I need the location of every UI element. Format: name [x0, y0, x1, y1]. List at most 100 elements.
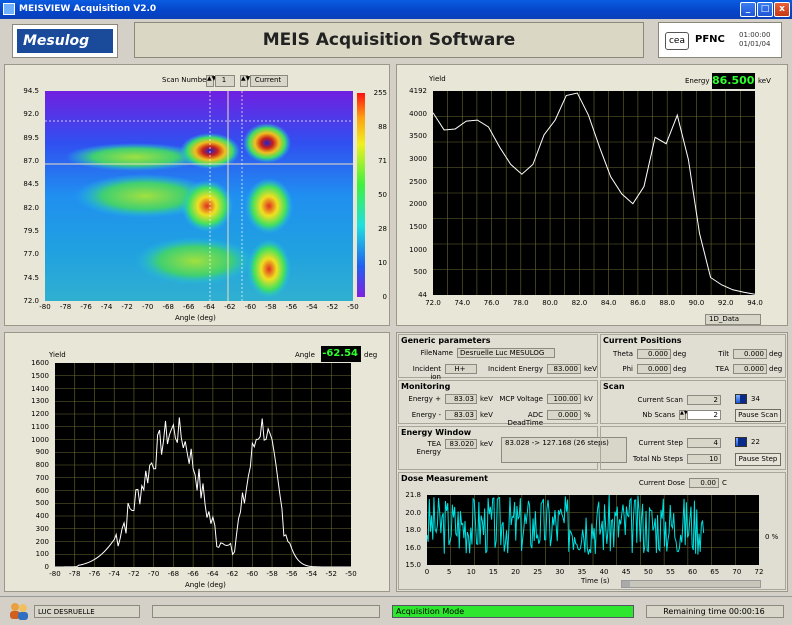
monitoring-title: Monitoring	[401, 382, 451, 391]
mcp-voltage-field: 100.00	[547, 394, 581, 404]
map-x-tick: -50	[347, 303, 359, 311]
tea-label: TEA	[715, 365, 730, 373]
mcp-voltage-label: MCP Voltage	[499, 395, 543, 403]
pause-scan-button[interactable]: Pause Scan	[735, 409, 781, 422]
step-progress-value: 22	[751, 438, 760, 446]
dose-series	[427, 495, 705, 555]
scan-number-spinner[interactable]: ▲▼	[206, 75, 216, 87]
map-x-tick: -66	[183, 303, 195, 311]
clock-date: 01/01/04	[739, 40, 771, 48]
dose-x-tick: 55	[665, 568, 675, 576]
map-panel: Scan Number ▲▼ 1 ▲▼ Current 94.5 92.0 89.5…	[4, 64, 390, 326]
map-x-tick: -64	[203, 303, 215, 311]
current-dose-unit: C	[722, 479, 727, 487]
theta-unit: deg	[673, 350, 687, 358]
window-title-bar[interactable]: MEISVIEW Acquisition V2.0 _ □ x	[0, 0, 792, 19]
data-selector[interactable]: 1D_Data	[705, 314, 761, 325]
dose-scroll-thumb[interactable]	[622, 581, 630, 587]
yield-energy-x-tick: 92.0	[717, 299, 734, 307]
yield-angle-x-tick: -80	[49, 570, 61, 578]
current-positions-title: Current Positions	[603, 336, 682, 345]
close-button[interactable]: x	[774, 2, 790, 17]
scan-number-input[interactable]: 1	[215, 75, 235, 87]
dose-x-tick: 45	[621, 568, 631, 576]
scan-mode-select[interactable]: Current	[250, 75, 288, 87]
header-title-panel: MEIS Acquisition Software	[134, 22, 644, 58]
yield-energy-y-tick: 2000	[409, 200, 427, 209]
status-bar: LUC DESRUELLE Acquisition Mode Remaining…	[0, 596, 792, 625]
yield-angle-y-tick: 100	[35, 550, 49, 559]
clock-time: 01:00:00	[739, 31, 771, 39]
filename-label: FileName	[420, 349, 453, 357]
yield-energy-x-tick: 84.0	[600, 299, 617, 307]
energy-minus-label: Energy -	[411, 411, 441, 419]
dose-x-tick: 25	[533, 568, 543, 576]
yield-angle-x-tick: -58	[266, 570, 278, 578]
yield-energy-plot[interactable]	[433, 91, 755, 295]
nb-scans-spinner[interactable]: ▲▼	[679, 410, 688, 420]
incident-ion-label: Incident ion	[412, 365, 441, 381]
incident-ion-field: H+	[445, 364, 477, 374]
yield-energy-y-tick: 3500	[409, 132, 427, 141]
mcp-voltage-unit: kV	[584, 395, 593, 403]
map-y-tick: 79.5	[23, 227, 39, 235]
energy-plus-unit: keV	[480, 395, 493, 403]
yield-angle-x-tick: -76	[88, 570, 101, 578]
map-x-tick: -78	[59, 303, 72, 311]
yield-angle-y-tick: 1000	[31, 435, 49, 444]
yield-angle-x-tick: -72	[128, 570, 140, 578]
tilt-field: 0.000	[733, 349, 767, 359]
tea-field: 0.000	[733, 364, 767, 374]
users-icon	[10, 603, 28, 620]
scan-mode-spinner[interactable]: ▲▼	[240, 75, 250, 87]
current-scan-label: Current Scan	[637, 396, 683, 404]
user-field: LUC DESRUELLE	[34, 605, 140, 618]
nb-scans-input[interactable]: 2	[687, 410, 721, 420]
yield-angle-y-tick: 400	[35, 512, 49, 520]
step-progress-bar	[735, 437, 747, 447]
yield-angle-y-tick: 200	[35, 537, 49, 546]
energy-plus-field: 83.03	[445, 394, 477, 404]
adc-deadtime-unit: %	[584, 411, 591, 419]
map-x-tick: -68	[162, 303, 174, 311]
dose-x-tick: 35	[577, 568, 587, 576]
dose-scrollbar[interactable]	[621, 580, 761, 588]
map-y-tick: 94.5	[23, 87, 39, 95]
pause-step-button[interactable]: Pause Step	[735, 453, 781, 466]
yield-energy-y-tick: 1000	[409, 245, 427, 254]
yield-angle-y-tick: 1400	[31, 384, 49, 393]
map-x-tick: -52	[326, 303, 339, 311]
yield-angle-series	[55, 417, 351, 567]
filename-field: Desruelle Luc MESULOG	[457, 348, 555, 358]
scan-number-label: Scan Number	[162, 76, 210, 84]
tea-energy-unit: keV	[480, 440, 493, 448]
yield-angle-y-tick: 600	[35, 486, 49, 495]
scale-y-tick: 88	[378, 123, 387, 131]
acquisition-mode-indicator: Acquisition Mode	[392, 605, 634, 618]
yield-energy-x-tick: 74.0	[454, 299, 471, 307]
scale-y-tick: 255	[373, 89, 387, 97]
dose-x-tick: 5	[446, 568, 452, 576]
dose-plot[interactable]	[427, 495, 759, 565]
generic-parameters-title: Generic parameters	[401, 336, 491, 345]
tilt-unit: deg	[769, 350, 783, 358]
nb-scans-label: Nb Scans	[642, 411, 675, 419]
maximize-button[interactable]: □	[757, 2, 773, 17]
intensity-map[interactable]	[45, 91, 353, 301]
incident-energy-label: Incident Energy	[488, 365, 543, 373]
scan-title: Scan	[603, 382, 625, 391]
tea-energy-label: TEA Energy	[416, 440, 441, 456]
yield-angle-x-tick: -60	[246, 570, 259, 578]
yield-angle-y-tick: 900	[35, 448, 49, 457]
map-x-tick: -80	[39, 303, 51, 311]
yield-angle-plot[interactable]	[55, 363, 351, 567]
minimize-button[interactable]: _	[740, 2, 756, 17]
yield-energy-y-label: Yield	[429, 75, 446, 83]
step-group: Current Step 4 22 Total Nb Steps 10 Paus…	[600, 426, 786, 470]
yield-energy-x-tick: 72.0	[425, 299, 441, 307]
dose-x-tick: 10	[466, 568, 476, 576]
map-x-tick: -62	[224, 303, 236, 311]
scan-progress-bar	[735, 394, 747, 404]
yield-energy-panel: Yield Energy 86.500 keV 4192 4000 3500 3000…	[396, 64, 788, 326]
dose-x-tick: 0	[424, 568, 430, 576]
